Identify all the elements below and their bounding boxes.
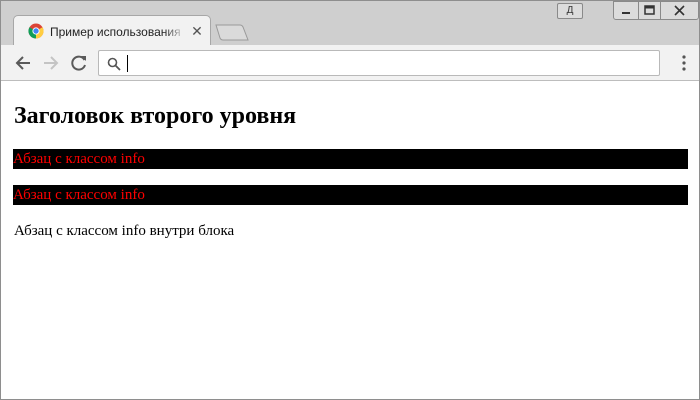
info-paragraph-in-block: Абзац с классом info внутри блока — [14, 221, 689, 241]
browser-window: Пример использования jQuery ✕ Д — [0, 0, 700, 400]
minimize-icon — [622, 12, 630, 14]
tab-title: Пример использования jQuery — [50, 25, 182, 39]
address-bar[interactable] — [98, 50, 660, 76]
arrow-left-icon[interactable] — [13, 53, 33, 73]
browser-toolbar — [1, 45, 699, 81]
close-window-button[interactable] — [660, 1, 699, 20]
tab-active[interactable]: Пример использования jQuery ✕ — [13, 15, 211, 45]
page-heading: Заголовок второго уровня — [14, 103, 297, 129]
user-profile-button[interactable]: Д — [557, 3, 583, 19]
close-window-icon — [674, 5, 685, 16]
maximize-icon — [644, 5, 655, 15]
info-paragraph: Абзац с классом info — [13, 185, 688, 205]
minimize-button[interactable] — [613, 1, 639, 20]
chrome-logo-icon — [28, 23, 44, 39]
maximize-button[interactable] — [638, 1, 661, 20]
text-caret — [127, 55, 128, 72]
new-tab-button[interactable] — [215, 24, 249, 41]
arrow-right-icon[interactable] — [41, 53, 61, 73]
kebab-menu-icon[interactable] — [681, 54, 687, 72]
reload-icon[interactable] — [69, 53, 89, 73]
tab-title-fade — [164, 22, 186, 40]
info-paragraph: Абзац с классом info — [13, 149, 688, 169]
title-bar: Пример использования jQuery ✕ Д — [1, 1, 699, 45]
page-content: Заголовок второго уровня Абзац с классом… — [1, 82, 699, 399]
search-icon — [107, 57, 121, 71]
close-icon[interactable]: ✕ — [190, 24, 204, 38]
